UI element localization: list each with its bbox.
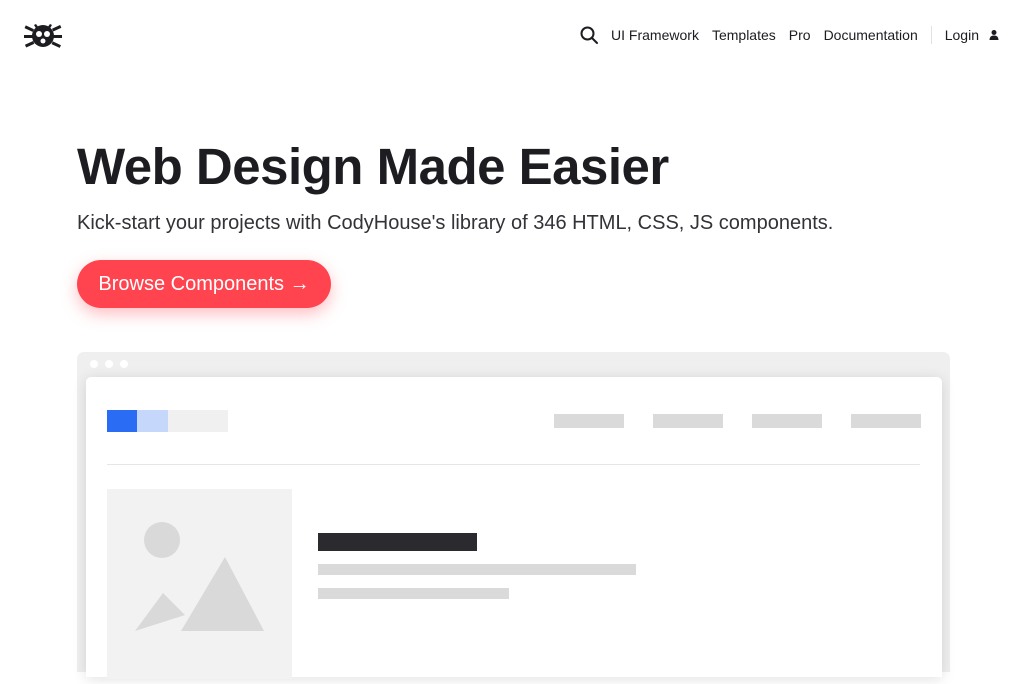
nav-link-ui-framework[interactable]: UI Framework [611,27,699,43]
main-nav: UI Framework Templates Pro Documentation… [579,24,1000,46]
nav-link-documentation[interactable]: Documentation [824,27,918,43]
bug-logo-icon[interactable] [24,16,62,52]
browser-dot [120,360,128,368]
hero-title: Web Design Made Easier [77,138,669,195]
hero-subtitle: Kick-start your projects with CodyHouse'… [77,212,834,234]
skeleton-nav-item [554,414,624,428]
browse-components-button[interactable]: Browse Components → [77,260,331,308]
nav-link-pro[interactable]: Pro [789,27,811,43]
skeleton-nav-item [851,414,921,428]
skeleton-text-line [318,564,636,575]
skeleton-logo-primary [107,410,137,432]
browser-dot [90,360,98,368]
nav-divider [930,26,932,44]
skeleton-nav-item [653,414,723,428]
user-icon [988,29,1000,41]
image-placeholder-icon [107,489,292,679]
login-link[interactable]: Login [945,27,1000,43]
skeleton-text-line [318,588,509,599]
site-header: UI Framework Templates Pro Documentation… [0,0,1024,70]
skeleton-nav-item [752,414,822,428]
skeleton-logo-tertiary [168,410,228,432]
login-label: Login [944,27,979,43]
skeleton-logo [107,410,228,432]
search-icon[interactable] [579,25,599,45]
mockup-window [86,377,942,679]
browser-dot [105,360,113,368]
skeleton-divider [107,464,920,465]
browser-mockup [77,352,950,679]
skeleton-heading [318,533,477,551]
nav-link-templates[interactable]: Templates [712,27,776,43]
skeleton-logo-secondary [137,410,168,432]
